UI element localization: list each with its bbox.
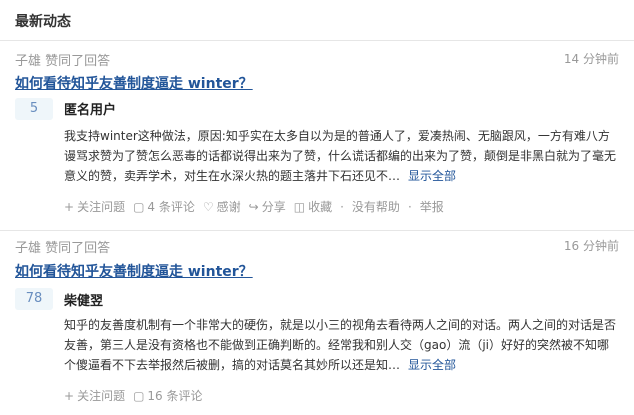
feed-item: 子雄 赞同了回答 16 分钟前 如何看待知乎友善制度逼走 winter？ 78 … xyxy=(0,228,634,415)
follow-question-label: 关注问题 xyxy=(77,389,126,403)
vote-count-button[interactable]: 78 xyxy=(15,288,53,310)
feed-header: 最新动态 xyxy=(0,0,634,41)
thanks-button[interactable]: ♡ 感谢 xyxy=(203,200,241,214)
question-title-link[interactable]: 如何看待知乎友善制度逼走 winter？ xyxy=(15,73,253,93)
answer-excerpt: 知乎的友善度机制有一个非常大的硬伤，就是以小三的视角去看待两人之间的对话。两人之… xyxy=(64,315,616,375)
answer-text: 知乎的友善度机制有一个非常大的硬伤，就是以小三的视角去看待两人之间的对话。两人之… xyxy=(64,318,617,372)
show-all-link[interactable]: 显示全部 xyxy=(408,358,456,372)
answer-excerpt: 我支持winter这种做法，原因:知乎实在太多自以为是的普通人了，爱凑热闹、无脑… xyxy=(64,126,616,186)
action-bar: + 关注问题 ▢ 4 条评论 ♡ 感谢 ↪ 分享 ◫ 收藏 · 没有帮助 · 举报 xyxy=(64,198,452,215)
follow-question-label: 关注问题 xyxy=(77,200,126,214)
show-all-link[interactable]: 显示全部 xyxy=(408,169,456,183)
activity-source[interactable]: 子雄 赞同了回答 xyxy=(15,50,110,69)
answer-author[interactable]: 柴健翌 xyxy=(64,290,103,309)
comments-button[interactable]: ▢ 4 条评论 xyxy=(133,200,195,214)
plus-icon: + xyxy=(64,200,75,214)
share-icon: ↪ xyxy=(248,200,259,214)
answer-author: 匿名用户 xyxy=(64,103,117,118)
share-button[interactable]: ↪ 分享 xyxy=(249,200,286,214)
collect-label: 收藏 xyxy=(308,200,333,214)
collect-button[interactable]: ◫ 收藏 xyxy=(294,200,332,214)
comment-icon: ▢ xyxy=(133,389,145,403)
follow-question-button[interactable]: + 关注问题 xyxy=(64,389,125,403)
action-bar: + 关注问题 ▢ 16 条评论 xyxy=(64,387,211,404)
comment-icon: ▢ xyxy=(133,200,145,214)
answer-text: 我支持winter这种做法，原因:知乎实在太多自以为是的普通人了，爱凑热闹、无脑… xyxy=(64,129,617,183)
bookmark-icon: ◫ xyxy=(293,200,306,214)
vote-count-button[interactable]: 5 xyxy=(15,98,53,120)
heart-icon: ♡ xyxy=(202,200,214,214)
activity-time: 14 分钟前 xyxy=(563,52,619,66)
question-title-link[interactable]: 如何看待知乎友善制度逼走 winter？ xyxy=(15,261,253,281)
report-button[interactable]: 举报 xyxy=(420,200,444,214)
comments-label: 4 条评论 xyxy=(147,200,195,214)
comments-label: 16 条评论 xyxy=(147,389,203,403)
share-label: 分享 xyxy=(261,200,286,214)
no-help-button[interactable]: 没有帮助 xyxy=(352,200,400,214)
activity-time: 16 分钟前 xyxy=(563,239,619,253)
plus-icon: + xyxy=(64,389,75,403)
dot-separator: · xyxy=(340,200,344,214)
thanks-label: 感谢 xyxy=(216,200,241,214)
feed-title: 最新动态 xyxy=(15,14,71,30)
comments-button[interactable]: ▢ 16 条评论 xyxy=(133,389,202,403)
dot-separator: · xyxy=(407,200,412,214)
activity-source[interactable]: 子雄 赞同了回答 xyxy=(15,237,110,256)
follow-question-button[interactable]: + 关注问题 xyxy=(64,200,125,214)
feed-item: 子雄 赞同了回答 14 分钟前 如何看待知乎友善制度逼走 winter？ 5 匿… xyxy=(0,41,634,227)
